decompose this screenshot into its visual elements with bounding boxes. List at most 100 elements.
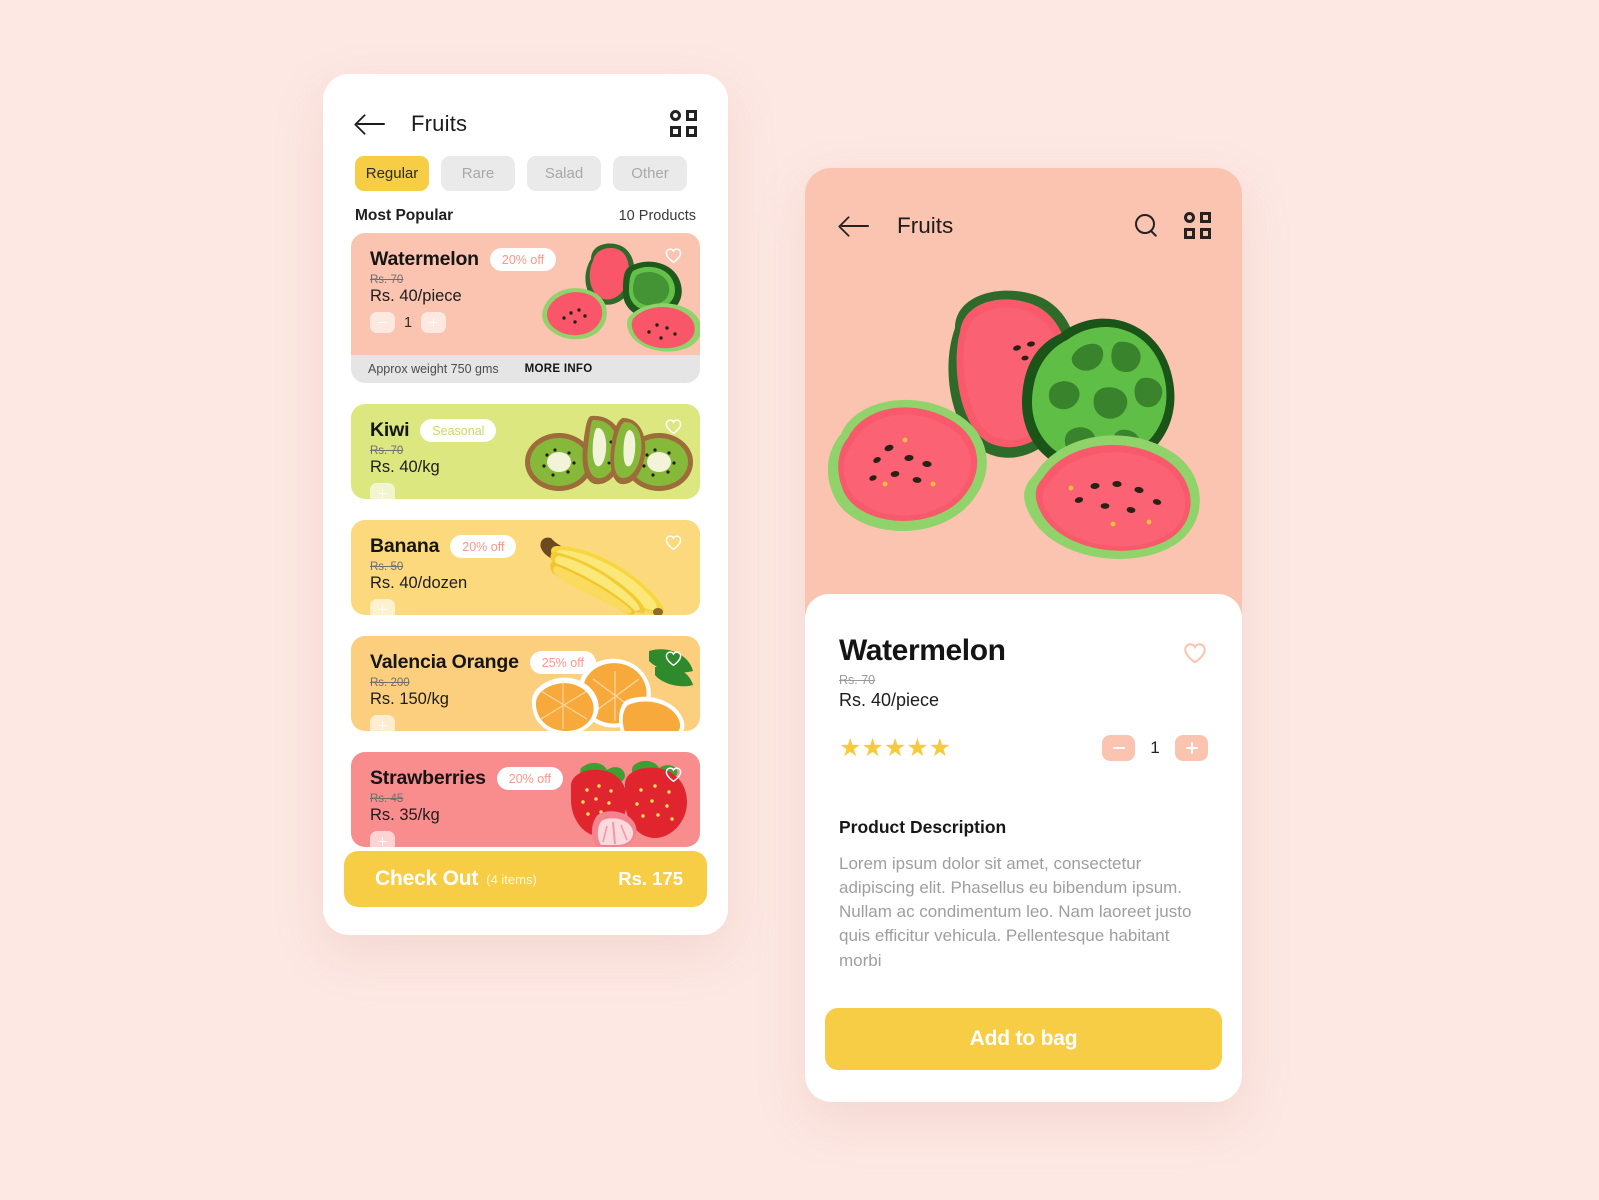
search-icon[interactable] [1134,213,1160,239]
detail-product-name: Watermelon [839,634,1006,667]
favorite-heart-icon[interactable] [664,246,683,265]
grid-cell-1 [670,110,681,121]
product-detail-screen: Fruits Watermelon Rs. 70 Rs. 40/piece ★★… [805,168,1242,1102]
section-title: Most Popular [355,207,454,224]
current-price: Rs. 150/kg [370,690,449,708]
product-card-list: Watermelon 20% off Rs. 70 Rs. 40/piece 1… [323,233,728,847]
product-name: Watermelon [370,248,479,270]
watermelon-hero-image [827,290,1200,559]
product-name-row: Strawberries 20% off [351,752,700,790]
increment-button[interactable] [1175,735,1208,761]
decrement-button[interactable] [370,312,395,333]
list-header: Fruits [323,74,728,146]
old-price: Rs. 45 [370,793,404,805]
product-name: Banana [370,535,440,557]
product-card-watermelon[interactable]: Watermelon 20% off Rs. 70 Rs. 40/piece 1… [351,233,700,383]
old-price: Rs. 70 [370,445,404,457]
old-price: Rs. 50 [370,561,404,573]
tab-salad[interactable]: Salad [527,156,601,191]
product-name: Kiwi [370,419,410,441]
increment-button[interactable] [370,483,395,499]
add-to-bag-button[interactable]: Add to bag [825,1008,1222,1070]
seasonal-badge: Seasonal [420,419,497,442]
star-rating: ★★★★★ [839,733,952,762]
product-card-orange[interactable]: Valencia Orange 25% off Rs. 200 Rs. 150/… [351,636,700,731]
grid-cell-3 [670,126,681,137]
detail-page-title: Fruits [897,212,954,238]
product-name: Valencia Orange [370,651,519,673]
description-text: Lorem ipsum dolor sit amet, consectetur … [839,854,1192,970]
detail-title-row: Watermelon [839,634,1208,668]
checkout-item-count: (4 items) [486,871,537,887]
quantity-stepper [351,831,700,847]
quantity-stepper [351,715,700,731]
quantity-stepper: 1 [351,312,700,333]
product-name: Strawberries [370,767,486,789]
back-arrow-icon[interactable] [355,112,389,136]
current-price: Rs. 35/kg [370,806,440,824]
description-heading: Product Description [839,817,1007,837]
grid-view-icon[interactable] [670,110,698,138]
product-card-kiwi[interactable]: Kiwi Seasonal Rs. 70 Rs. 40/kg [351,404,700,499]
quantity-value: 1 [403,314,413,331]
grid-cell-4 [686,126,697,137]
discount-badge: 25% off [529,651,596,674]
product-card-banana[interactable]: Banana 20% off Rs. 50 Rs. 40/dozen [351,520,700,615]
quantity-value: 1 [1150,738,1160,757]
approx-weight: Approx weight 750 gms [368,361,499,376]
more-info-link[interactable]: MORE INFO [525,363,593,375]
old-price: Rs. 200 [370,677,410,689]
decrement-button[interactable] [1102,735,1135,761]
grid-cell-2 [1200,211,1211,223]
discount-badge: 20% off [450,535,517,558]
product-name-row: Valencia Orange 25% off [351,636,700,674]
grid-view-icon[interactable] [1184,211,1212,240]
quantity-stepper [351,483,700,499]
current-price: Rs. 40/kg [370,458,440,476]
category-tabs: Regular Rare Salad Other [323,146,728,191]
grid-cell-4 [1200,227,1211,239]
favorite-heart-icon[interactable] [664,765,683,784]
favorite-heart-icon[interactable] [664,649,683,668]
detail-current-price: Rs. 40/piece [839,690,940,710]
checkout-label: Check Out [375,867,479,890]
favorite-heart-icon[interactable] [664,417,683,436]
current-price: Rs. 40/piece [370,287,462,305]
grid-cell-3 [1184,227,1195,239]
watermelon-card-body: Watermelon 20% off Rs. 70 Rs. 40/piece 1 [351,233,700,355]
section-header: Most Popular 10 Products [323,191,728,233]
tab-rare[interactable]: Rare [441,156,515,191]
product-count: 10 Products [618,208,696,224]
product-name-row: Banana 20% off [351,520,700,558]
detail-old-price: Rs. 70 [839,673,876,687]
quantity-stepper [351,599,700,615]
product-name-row: Kiwi Seasonal [351,404,700,442]
checkout-button[interactable]: Check Out (4 items) Rs. 175 [344,851,707,907]
hero-image-area [805,250,1242,595]
favorite-heart-icon[interactable] [1182,640,1208,666]
watermelon-card-footer: Approx weight 750 gms MORE INFO [351,354,700,383]
rating-and-quantity-row: ★★★★★ 1 [839,735,1208,761]
increment-button[interactable] [421,312,446,333]
grid-cell-1 [1184,211,1195,223]
tab-regular[interactable]: Regular [355,156,429,191]
increment-button[interactable] [370,715,395,731]
detail-header: Fruits [805,168,1242,250]
old-price: Rs. 70 [370,274,404,286]
product-name-row: Watermelon 20% off [351,233,700,271]
discount-badge: 20% off [489,248,557,271]
detail-content-sheet: Watermelon Rs. 70 Rs. 40/piece ★★★★★ 1 P… [805,594,1242,1102]
discount-badge: 20% off [496,767,563,790]
increment-button[interactable] [370,831,395,847]
checkout-total: Rs. 175 [618,868,683,889]
current-price: Rs. 40/dozen [370,574,468,592]
detail-quantity-stepper: 1 [1102,735,1208,761]
page-title: Fruits [411,111,468,136]
tab-other[interactable]: Other [613,156,687,191]
back-arrow-icon[interactable] [839,214,873,238]
grid-cell-2 [686,110,697,121]
product-list-screen: Fruits Regular Rare Salad Other Most Pop… [323,74,728,935]
increment-button[interactable] [370,599,395,615]
product-card-strawberries[interactable]: Strawberries 20% off Rs. 45 Rs. 35/kg [351,752,700,847]
favorite-heart-icon[interactable] [664,533,683,552]
